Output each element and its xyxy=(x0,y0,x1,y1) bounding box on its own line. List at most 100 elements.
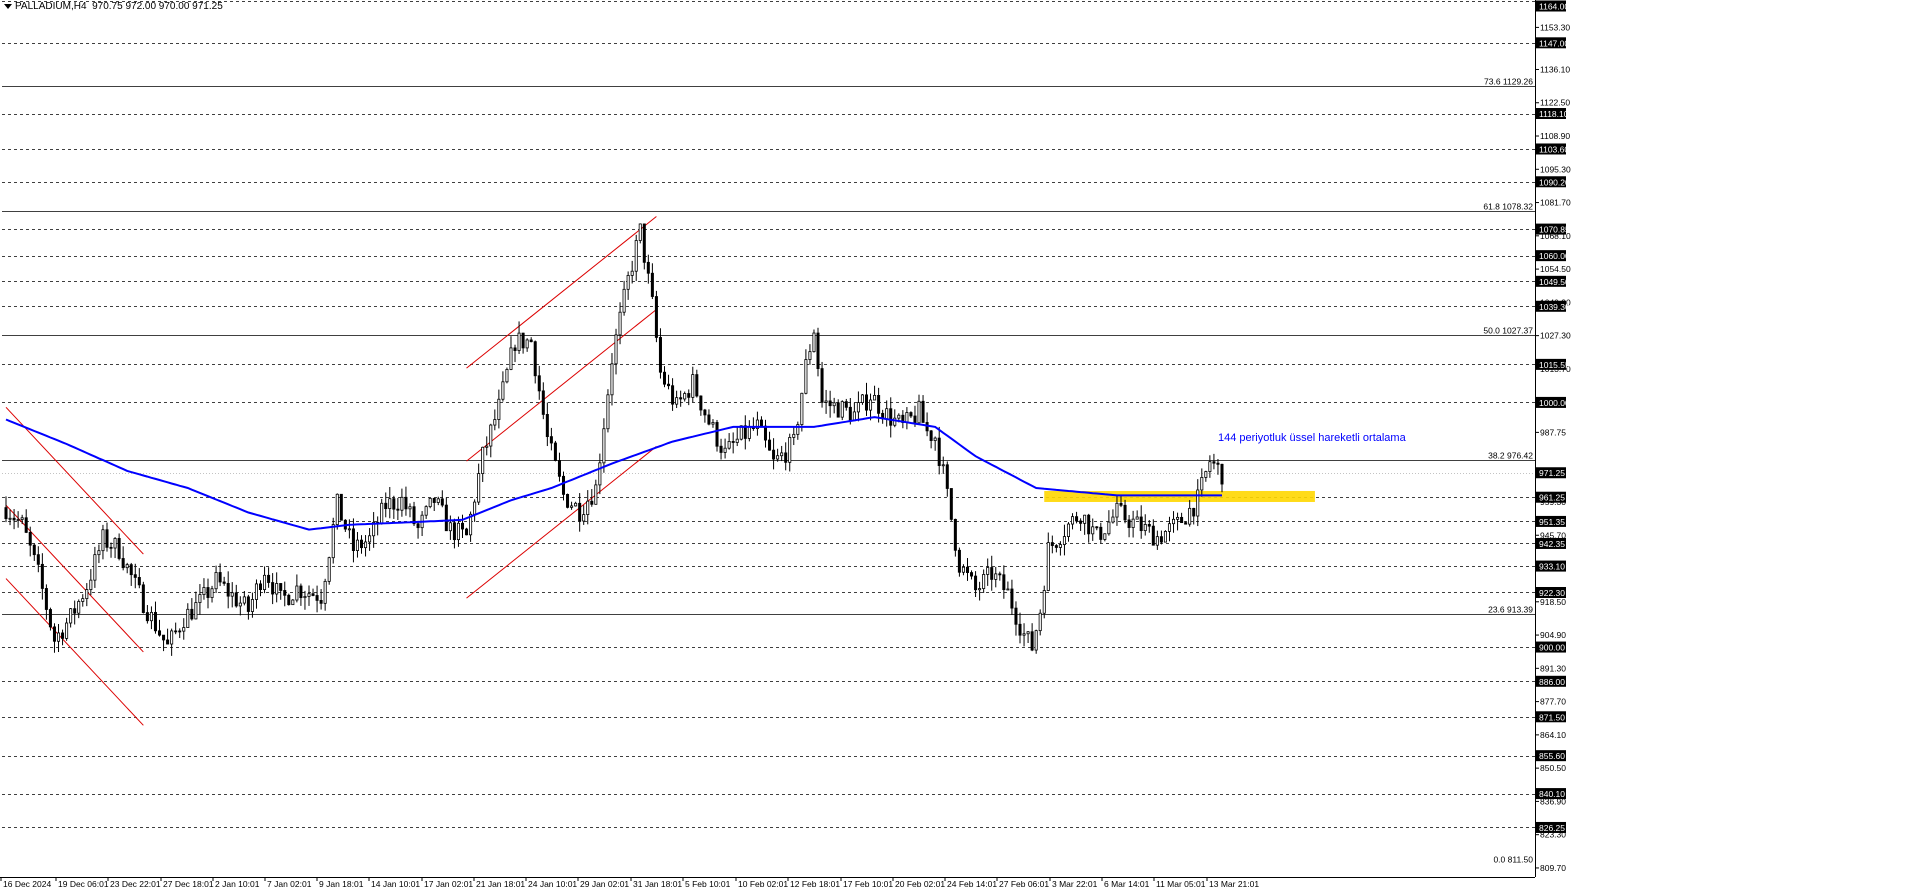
candle-body xyxy=(905,412,909,423)
candle-body xyxy=(820,368,824,403)
candle-body xyxy=(4,507,8,520)
time-tick-label: 3 Mar 22:01 xyxy=(1052,879,1098,888)
candle-body xyxy=(101,529,105,552)
price-level-label-text: 961.25 xyxy=(1539,493,1565,503)
price-level-label-text: 1147.00 xyxy=(1539,38,1569,48)
ema-annotation: 144 periyotluk üssel hareketli ortalama xyxy=(1218,432,1407,444)
time-tick-label: 2 Jan 10:01 xyxy=(215,879,260,888)
candle-body xyxy=(642,223,646,263)
candle-body xyxy=(1026,631,1030,635)
candle-body xyxy=(610,363,614,396)
fib-label: 0.0 811.50 xyxy=(1493,855,1533,865)
candle-body xyxy=(16,519,20,521)
candle-body xyxy=(388,498,392,510)
candle-body xyxy=(226,582,230,597)
time-tick-label: 5 Feb 10:01 xyxy=(685,879,731,888)
candle-body xyxy=(186,608,190,628)
price-tick-label: 1095.30 xyxy=(1540,164,1571,174)
candle-body xyxy=(634,240,638,272)
fibonacci-levels: 73.6 1129.26 61.8 1078.32 50.0 1027.37 38.2… xyxy=(2,77,1535,865)
candle-body xyxy=(129,564,133,576)
candle-body xyxy=(933,437,937,441)
fib-label: 73.6 1129.26 xyxy=(1484,77,1533,87)
candle-body xyxy=(1010,588,1014,609)
price-axis: 1153.30 1136.10 1122.50 1108.90 1095.30 1081.… xyxy=(1535,0,1571,877)
candle-body xyxy=(275,583,279,595)
candle-body xyxy=(214,572,218,590)
candle-body xyxy=(917,400,921,424)
candle-body xyxy=(856,402,860,413)
price-level-label-text: 900.00 xyxy=(1539,643,1565,653)
candle-body xyxy=(1075,516,1079,522)
candle-body xyxy=(368,535,372,543)
candle-body xyxy=(513,347,517,351)
candle-body xyxy=(69,608,73,624)
candle-body xyxy=(1079,520,1083,524)
candle-body xyxy=(57,632,61,642)
candle-body xyxy=(517,332,521,351)
candle-body xyxy=(667,383,671,387)
candle-body xyxy=(61,632,65,639)
candle-body xyxy=(218,572,222,583)
candle-body xyxy=(869,399,873,411)
candle-body xyxy=(1200,477,1204,491)
candle-body xyxy=(1184,522,1188,525)
candle-body xyxy=(250,599,254,612)
candle-body xyxy=(452,522,456,541)
candle-body xyxy=(230,592,234,597)
candle-body xyxy=(1180,516,1184,524)
candle-body xyxy=(788,437,792,463)
candle-body xyxy=(1204,471,1208,478)
candle-body xyxy=(1196,489,1200,517)
fib-label: 61.8 1078.32 xyxy=(1483,202,1533,212)
candle-body xyxy=(299,585,303,599)
candle-body xyxy=(961,566,965,573)
candle-body xyxy=(481,446,485,474)
candle-body xyxy=(541,390,545,415)
candle-body xyxy=(65,622,69,639)
candle-body xyxy=(473,501,477,515)
candle-body xyxy=(1172,518,1176,525)
time-tick-label: 17 Feb 10:01 xyxy=(843,879,893,888)
candle-body xyxy=(582,514,586,522)
candle-body xyxy=(400,496,404,511)
candle-body xyxy=(848,406,852,422)
candle-body xyxy=(444,504,448,532)
candle-body xyxy=(1139,516,1143,532)
time-tick-label: 7 Jan 02:01 xyxy=(267,879,312,888)
candle-body xyxy=(990,567,994,580)
candle-body xyxy=(283,590,287,596)
price-level-label-text: 826.25 xyxy=(1539,823,1565,833)
candle-body xyxy=(8,517,12,520)
candle-body xyxy=(327,557,331,582)
candle-body xyxy=(509,347,513,370)
candle-body xyxy=(1002,574,1006,591)
candle-body xyxy=(137,577,141,586)
candle-body xyxy=(392,498,396,510)
candle-body xyxy=(1192,507,1196,517)
fib-label: 23.6 913.39 xyxy=(1488,605,1533,615)
candle-body xyxy=(145,612,149,622)
candle-body xyxy=(808,351,812,360)
candle-body xyxy=(929,430,933,441)
candle-body xyxy=(222,581,226,584)
candle-body xyxy=(913,415,917,424)
candle-body xyxy=(1163,531,1167,543)
price-tick-label: 877.70 xyxy=(1540,697,1566,707)
price-level-label-text: 1118.10 xyxy=(1539,109,1569,119)
candle-body xyxy=(242,596,246,604)
time-tick-label: 10 Feb 02:01 xyxy=(738,879,788,888)
horizontal-levels xyxy=(2,1,1535,828)
candle-body xyxy=(319,599,323,604)
candle-body xyxy=(703,409,707,416)
price-tick-label: 1108.90 xyxy=(1540,131,1570,141)
candle-body xyxy=(691,374,695,398)
candle-body xyxy=(941,464,945,467)
price-chart[interactable]: 73.6 1129.26 61.8 1078.32 50.0 1027.37 38.2… xyxy=(0,0,1916,888)
price-level-label-text: 1049.50 xyxy=(1539,277,1570,287)
candle-body xyxy=(699,395,703,411)
candle-body xyxy=(1135,516,1139,520)
candle-body xyxy=(658,337,662,373)
price-level-label-text: 1015.55 xyxy=(1539,360,1570,370)
candle-body xyxy=(759,419,763,427)
